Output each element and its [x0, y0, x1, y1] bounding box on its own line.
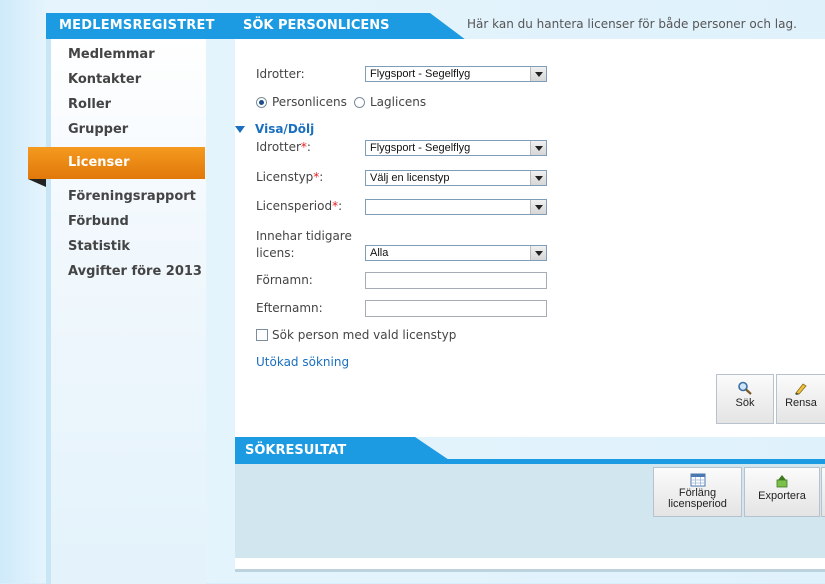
- licensperiod-label-text: Licensperiod: [256, 199, 333, 213]
- fornamn-label: Förnamn:: [256, 273, 313, 287]
- export-button-label: Exportera: [758, 490, 806, 502]
- sidebar-item-forbund[interactable]: Förbund: [68, 211, 202, 236]
- page-description: Här kan du hantera licenser för både per…: [467, 17, 797, 31]
- sidebar-item-statistik[interactable]: Statistik: [68, 236, 202, 261]
- header-tab-slope: [430, 13, 466, 40]
- next-button-edge[interactable]: [821, 467, 825, 517]
- page-header: SÖK PERSONLICENS Här kan du hantera lice…: [235, 11, 825, 51]
- radio-laglicens-label: Laglicens: [370, 95, 427, 109]
- toggle-visa-dolj[interactable]: Visa/Dölj: [255, 122, 314, 136]
- licenstyp-label-text: Licenstyp: [256, 170, 314, 184]
- licenstyp-select[interactable]: Välj en licenstyp: [365, 170, 547, 186]
- idrotter2-label: Idrotter*:: [256, 140, 311, 154]
- licenstyp-label: Licenstyp*:: [256, 170, 323, 184]
- results-header: SÖKRESULTAT: [235, 437, 825, 465]
- export-icon: [776, 475, 788, 488]
- idrotter2-select[interactable]: Flygsport - Segelflyg: [365, 140, 547, 156]
- sidebar-item-foreningsrapport[interactable]: Föreningsrapport: [68, 186, 202, 211]
- idrotter-label: Idrotter:: [256, 67, 305, 81]
- innehar-label-line1: Innehar tidigare: [256, 229, 352, 243]
- licenstyp-select-value: Välj en licenstyp: [370, 172, 450, 184]
- idrotter-select[interactable]: Flygsport - Segelflyg: [365, 66, 547, 82]
- innehar-label-line2: licens:: [256, 246, 295, 260]
- eraser-icon: [795, 383, 807, 395]
- radio-personlicens[interactable]: [256, 97, 267, 108]
- search-button-label: Sök: [735, 397, 755, 409]
- triangle-down-icon[interactable]: [235, 126, 245, 133]
- innehar-select-value: Alla: [370, 247, 389, 259]
- clear-button[interactable]: Rensa: [776, 374, 825, 424]
- chevron-down-icon: [530, 246, 546, 260]
- chevron-down-icon: [530, 67, 546, 81]
- clear-button-label: Rensa: [785, 397, 817, 409]
- licenstyp-checkbox-label: Sök person med vald licenstyp: [272, 328, 457, 342]
- sidebar-item-medlemmar[interactable]: Medlemmar: [68, 44, 202, 69]
- licenstyp-checkbox[interactable]: [256, 329, 268, 341]
- idrotter2-label-text: Idrotter: [256, 140, 301, 154]
- sidebar-active-tail: [28, 179, 46, 187]
- efternamn-input[interactable]: [365, 300, 547, 317]
- sidebar-item-kontakter[interactable]: Kontakter: [68, 69, 202, 94]
- radio-personlicens-label: Personlicens: [272, 95, 347, 109]
- results-title: SÖKRESULTAT: [235, 437, 415, 464]
- sidebar-item-avgifter[interactable]: Avgifter före 2013: [68, 261, 202, 286]
- page-title: SÖK PERSONLICENS: [235, 13, 430, 40]
- magnifier-icon: [738, 381, 752, 395]
- extended-search-link[interactable]: Utökad sökning: [256, 355, 349, 369]
- chevron-down-icon: [530, 200, 546, 214]
- fornamn-input[interactable]: [365, 272, 547, 289]
- sidebar-item-licenser[interactable]: Licenser: [28, 147, 205, 179]
- idrotter2-select-value: Flygsport - Segelflyg: [370, 142, 471, 154]
- calendar-icon: [690, 473, 705, 487]
- extend-period-button[interactable]: Förläng licensperiod: [653, 467, 742, 517]
- sidebar-item-grupper[interactable]: Grupper: [68, 119, 202, 144]
- idrotter-select-value: Flygsport - Segelflyg: [370, 68, 471, 80]
- efternamn-label: Efternamn:: [256, 301, 323, 315]
- licensperiod-select[interactable]: [365, 199, 547, 215]
- sidebar-header: MEDLEMSREGISTRET: [46, 13, 236, 39]
- label-colon: :: [338, 199, 343, 213]
- chevron-down-icon: [530, 171, 546, 185]
- chevron-down-icon: [530, 141, 546, 155]
- radio-laglicens[interactable]: [354, 97, 365, 108]
- label-colon: :: [319, 170, 324, 184]
- label-colon: :: [306, 140, 311, 154]
- search-button[interactable]: Sök: [716, 374, 774, 424]
- extend-button-label-2: licensperiod: [668, 498, 727, 510]
- results-footer: [235, 558, 825, 572]
- sidebar-item-roller[interactable]: Roller: [68, 94, 202, 119]
- export-button[interactable]: Exportera: [744, 467, 820, 517]
- innehar-select[interactable]: Alla: [365, 245, 547, 261]
- licensperiod-label: Licensperiod*:: [256, 199, 342, 213]
